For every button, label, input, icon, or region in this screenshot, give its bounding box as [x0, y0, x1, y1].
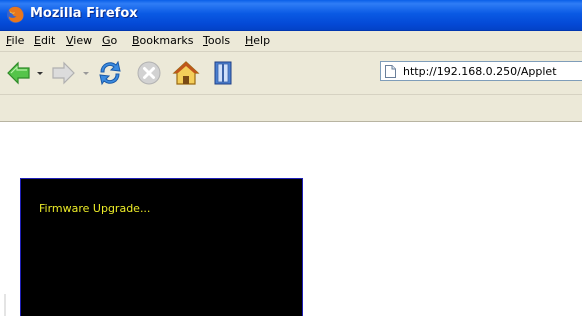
page-icon — [385, 65, 396, 78]
java-applet[interactable]: Firmware Upgrade... — [20, 178, 303, 316]
back-arrow-icon[interactable] — [6, 61, 32, 85]
applet-status-text: Firmware Upgrade... — [39, 202, 151, 215]
home-icon[interactable] — [172, 59, 200, 87]
address-bar[interactable]: http://192.168.0.250/Applet — [380, 61, 582, 81]
bookmarks-sidebar-icon[interactable] — [212, 60, 234, 86]
stop-icon[interactable] — [136, 60, 162, 86]
bookmarks-toolbar — [0, 95, 582, 122]
menu-help[interactable]: Help — [245, 34, 270, 47]
menu-tools[interactable]: Tools — [203, 34, 230, 47]
browser-window: Mozilla Firefox File Edit View Go Bookma… — [0, 0, 582, 316]
content-edge-mark — [4, 294, 6, 316]
firefox-logo-icon — [6, 5, 25, 24]
window-title: Mozilla Firefox — [30, 6, 138, 21]
navigation-toolbar: http://192.168.0.250/Applet — [0, 52, 582, 95]
page-content: Firmware Upgrade... — [0, 122, 582, 316]
address-input[interactable]: http://192.168.0.250/Applet — [403, 65, 557, 78]
title-bar: Mozilla Firefox — [0, 0, 582, 31]
back-dropdown-icon[interactable] — [37, 72, 43, 75]
menu-view[interactable]: View — [66, 34, 92, 47]
menu-bar: File Edit View Go Bookmarks Tools Help — [0, 31, 582, 52]
forward-arrow-icon[interactable] — [50, 61, 76, 85]
forward-dropdown-icon[interactable] — [83, 72, 89, 75]
reload-icon[interactable] — [96, 59, 124, 87]
menu-file[interactable]: File — [6, 34, 24, 47]
menu-go[interactable]: Go — [102, 34, 117, 47]
menu-edit[interactable]: Edit — [34, 34, 55, 47]
menu-bookmarks[interactable]: Bookmarks — [132, 34, 193, 47]
